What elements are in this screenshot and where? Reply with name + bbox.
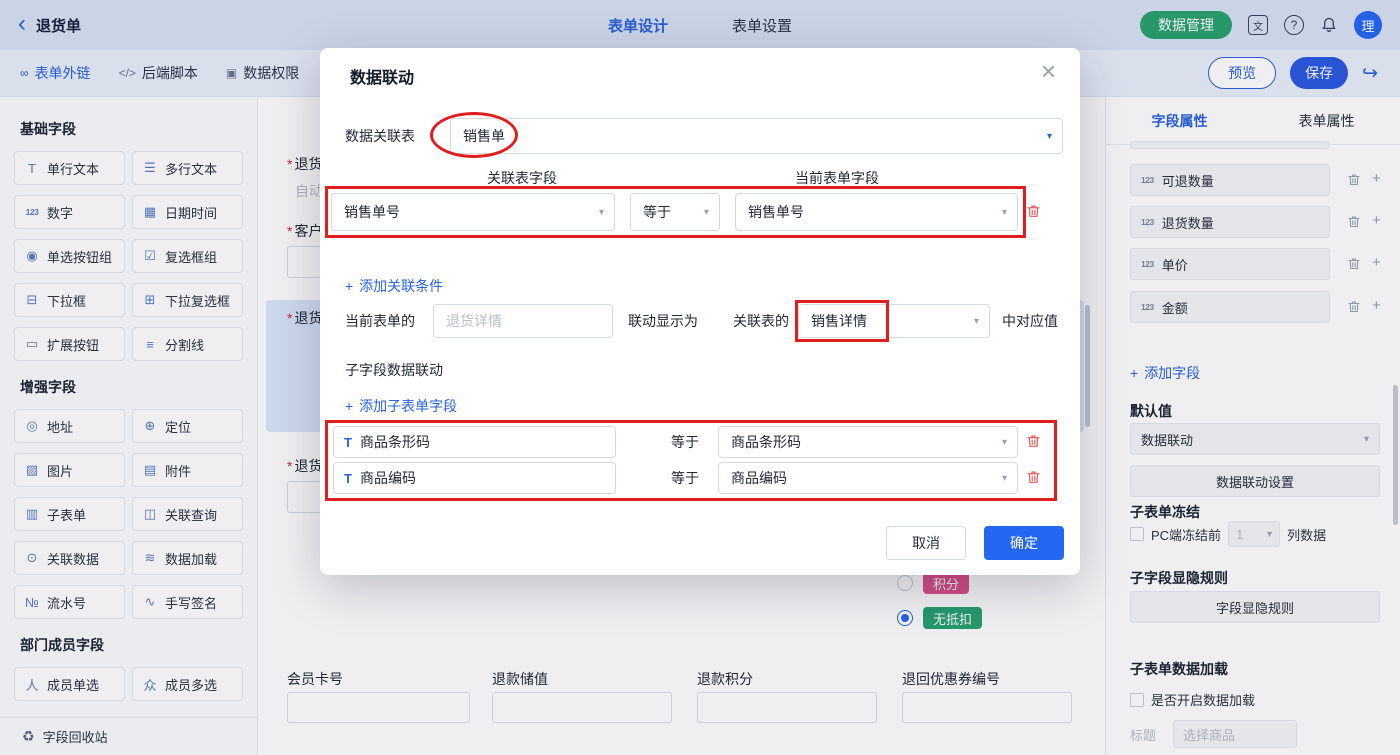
text-field-icon: T xyxy=(344,435,352,450)
display-as-label: 联动显示为 xyxy=(628,311,698,331)
plus-icon: + xyxy=(345,278,353,294)
app: ‹ 退货单 表单设计 表单设置 数据管理 文 ? 理 ∞ 表单外链 </> 后端… xyxy=(0,0,1400,755)
related-field-select[interactable]: 销售详情 ▾ xyxy=(798,304,990,338)
column-header-current-field: 当前表单字段 xyxy=(795,168,879,188)
chevron-down-icon: ▾ xyxy=(1047,131,1052,142)
condition-target-select[interactable]: 销售单号 ▾ xyxy=(735,193,1018,231)
plus-icon: + xyxy=(345,398,353,414)
cancel-button[interactable]: 取消 xyxy=(886,526,966,560)
chevron-down-icon: ▾ xyxy=(1002,473,1007,484)
related-table-label: 关联表的 xyxy=(733,311,789,331)
subfield-target-select-barcode[interactable]: 商品条形码 ▾ xyxy=(718,426,1018,458)
delete-subfield-icon[interactable] xyxy=(1026,434,1041,454)
add-condition-link[interactable]: +添加关联条件 xyxy=(345,276,443,296)
subfield-input-product-code[interactable]: T 商品编码 xyxy=(333,462,616,494)
mapped-value-label: 中对应值 xyxy=(1002,311,1058,331)
relation-table-select[interactable]: 销售单 ▾ xyxy=(450,118,1063,154)
subfield-linkage-title: 子字段数据联动 xyxy=(345,360,443,380)
current-field-input[interactable] xyxy=(433,304,613,338)
text-field-icon: T xyxy=(344,471,352,486)
relation-table-label: 数据关联表 xyxy=(345,126,415,146)
condition-field-select[interactable]: 销售单号 ▾ xyxy=(331,193,615,231)
chevron-down-icon: ▾ xyxy=(704,207,709,218)
confirm-button[interactable]: 确定 xyxy=(984,526,1064,560)
condition-operator-select[interactable]: 等于 ▾ xyxy=(630,193,720,231)
close-icon[interactable]: × xyxy=(1041,58,1056,84)
delete-subfield-icon[interactable] xyxy=(1026,470,1041,490)
subfield-operator: 等于 xyxy=(645,432,725,452)
delete-condition-icon[interactable] xyxy=(1026,204,1041,224)
chevron-down-icon: ▾ xyxy=(974,316,979,327)
add-subfield-link[interactable]: +添加子表单字段 xyxy=(345,396,457,416)
data-linkage-modal: 数据联动 × 数据关联表 销售单 ▾ 关联表字段 当前表单字段 销售单号 ▾ 等… xyxy=(320,48,1080,575)
subfield-target-select-product-code[interactable]: 商品编码 ▾ xyxy=(718,462,1018,494)
column-header-related-field: 关联表字段 xyxy=(487,168,557,188)
subfield-operator: 等于 xyxy=(645,468,725,488)
chevron-down-icon: ▾ xyxy=(1002,207,1007,218)
chevron-down-icon: ▾ xyxy=(1002,437,1007,448)
current-form-label: 当前表单的 xyxy=(345,311,415,331)
subfield-input-barcode[interactable]: T 商品条形码 xyxy=(333,426,616,458)
modal-title: 数据联动 xyxy=(350,64,414,88)
chevron-down-icon: ▾ xyxy=(599,207,604,218)
